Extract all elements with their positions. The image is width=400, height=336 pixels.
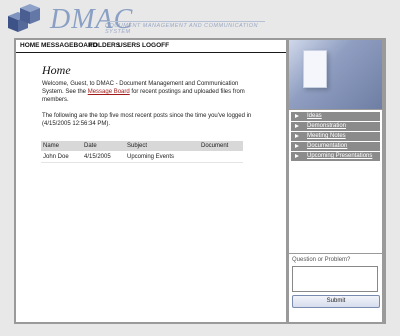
sidebar-link-label: Meeting Notes [307, 133, 346, 139]
logo-cubes-icon [8, 4, 40, 32]
sidebar-banner-image [289, 40, 382, 109]
sidebar-link-documentation[interactable]: Documentation [291, 142, 380, 152]
arrow-right-icon [295, 144, 299, 148]
col-subject-header: Subject [127, 143, 148, 149]
row-date: 4/15/2005 [84, 154, 111, 160]
question-label: Question or Problem? [292, 257, 351, 263]
tagline: DOCUMENT MANAGEMENT AND COMMUNICATION SY… [105, 21, 265, 35]
row-name: John Doe [43, 154, 69, 160]
arrow-right-icon [295, 134, 299, 138]
sidebar-link-label: Demonstration [307, 123, 347, 129]
posts-table-header: Name Date Subject Document [41, 141, 243, 151]
sidebar-link-demonstration[interactable]: Demonstration [291, 122, 380, 132]
main-content: Home Welcome, Guest, to DMAC - Document … [16, 53, 286, 322]
table-row[interactable]: John Doe 4/15/2005 Upcoming Events [41, 152, 243, 163]
submit-button[interactable]: Submit [292, 295, 380, 308]
sidebar-link-label: Upcoming Presentations [307, 153, 373, 159]
sidebar-link-meeting-notes[interactable]: Meeting Notes [291, 132, 380, 142]
page-title: Home [42, 63, 71, 77]
sidebar-link-label: Ideas [307, 113, 322, 119]
col-document-header: Document [201, 143, 229, 149]
arrow-right-icon [295, 114, 299, 118]
monitor-icon [303, 50, 327, 88]
col-name-header: Name [43, 143, 60, 149]
nav-folders[interactable]: FOLDERS [89, 42, 120, 49]
sidebar-link-ideas[interactable]: Ideas [291, 112, 380, 122]
sidebar-link-label: Documentation [307, 143, 348, 149]
message-board-link[interactable]: Message Board [88, 89, 130, 95]
question-box: Question or Problem? Submit [289, 254, 382, 322]
top-nav: HOME MESSAGEBOARD FOLDERS USERS LOGOFF [16, 40, 286, 53]
arrow-right-icon [295, 124, 299, 128]
row-subject[interactable]: Upcoming Events [127, 154, 174, 160]
col-date-header: Date [84, 143, 97, 149]
header: DMAC DOCUMENT MANAGEMENT AND COMMUNICATI… [0, 0, 400, 38]
recent-posts-intro: The following are the top five most rece… [42, 113, 252, 127]
nav-users[interactable]: USERS [118, 42, 140, 49]
nav-home[interactable]: HOME [20, 42, 40, 49]
arrow-right-icon [295, 154, 299, 158]
question-textarea[interactable] [292, 266, 378, 292]
welcome-text: Welcome, Guest, to DMAC - Document Manag… [42, 80, 252, 104]
sidebar-links: Ideas Demonstration Meeting Notes Docume… [289, 110, 382, 253]
nav-logoff[interactable]: LOGOFF [142, 42, 169, 49]
sidebar-link-upcoming-presentations[interactable]: Upcoming Presentations [291, 152, 380, 162]
